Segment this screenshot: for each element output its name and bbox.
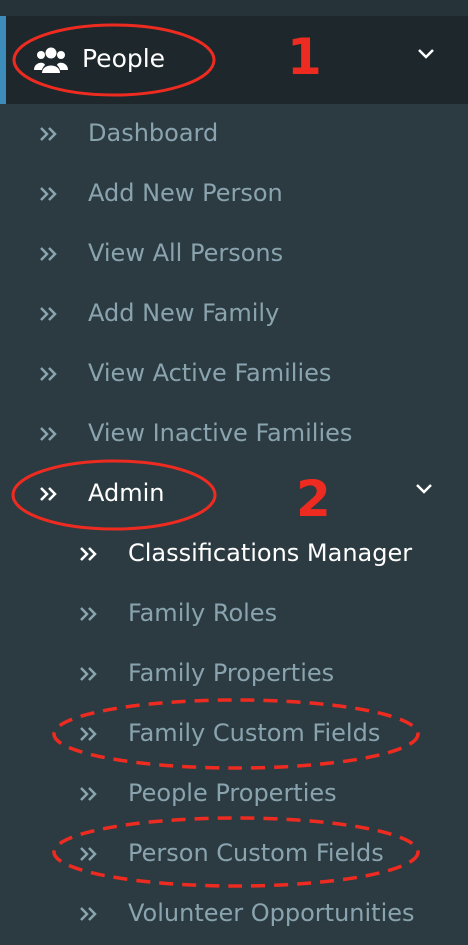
menu-item-label: Dashboard [88, 119, 219, 147]
menu-item-label: Add New Family [88, 299, 280, 327]
double-chevron-right-icon [80, 727, 97, 741]
active-accent-bar [0, 16, 6, 104]
menu-item-label: View Active Families [88, 359, 332, 387]
submenu-item-family-properties[interactable]: Family Properties [0, 645, 468, 705]
menu-item-label: View Inactive Families [88, 419, 353, 447]
submenu-item-label: Family Custom Fields [128, 719, 381, 747]
double-chevron-right-icon [40, 247, 57, 261]
menu-item-view-all-persons[interactable]: View All Persons [0, 225, 468, 285]
menu-item-add-new-person[interactable]: Add New Person [0, 165, 468, 225]
top-strip [0, 0, 468, 16]
submenu-item-label: Family Roles [128, 599, 278, 627]
double-chevron-right-icon [80, 847, 97, 861]
menu-header-label: People [82, 44, 166, 73]
submenu-item-family-roles[interactable]: Family Roles [0, 585, 468, 645]
double-chevron-right-icon [40, 367, 57, 381]
chevron-down-icon[interactable] [415, 483, 433, 495]
menu-header-people[interactable]: People [0, 16, 468, 104]
submenu-item-label: Family Properties [128, 659, 335, 687]
double-chevron-right-icon [40, 487, 57, 501]
menu-item-add-new-family[interactable]: Add New Family [0, 285, 468, 345]
menu-item-admin[interactable]: Admin [0, 465, 468, 525]
annotation-step-1: 1 [287, 28, 322, 86]
menu-item-label: View All Persons [88, 239, 284, 267]
annotation-step-2: 2 [296, 470, 331, 528]
double-chevron-right-icon [80, 787, 97, 801]
double-chevron-right-icon [40, 307, 57, 321]
double-chevron-right-icon [40, 427, 57, 441]
submenu-item-label: Person Custom Fields [128, 839, 384, 867]
menu-item-label: Admin [88, 479, 165, 507]
submenu-item-people-properties[interactable]: People Properties [0, 765, 468, 825]
users-icon [34, 47, 68, 73]
menu-item-dashboard[interactable]: Dashboard [0, 105, 468, 165]
menu-item-view-inactive-families[interactable]: View Inactive Families [0, 405, 468, 465]
submenu-item-label: Classifications Manager [128, 539, 413, 567]
double-chevron-right-icon [80, 907, 97, 921]
submenu-item-label: People Properties [128, 779, 337, 807]
menu-item-view-active-families[interactable]: View Active Families [0, 345, 468, 405]
double-chevron-right-icon [40, 127, 57, 141]
submenu-item-label: Volunteer Opportunities [128, 899, 415, 927]
menu-item-label: Add New Person [88, 179, 283, 207]
submenu-item-family-custom-fields[interactable]: Family Custom Fields [0, 705, 468, 765]
submenu-item-classifications-manager[interactable]: Classifications Manager [0, 525, 468, 585]
double-chevron-right-icon [80, 667, 97, 681]
submenu-item-volunteer-opportunities[interactable]: Volunteer Opportunities [0, 885, 468, 945]
double-chevron-right-icon [80, 547, 97, 561]
chevron-down-icon[interactable] [417, 48, 435, 60]
double-chevron-right-icon [40, 187, 57, 201]
double-chevron-right-icon [80, 607, 97, 621]
submenu-item-person-custom-fields[interactable]: Person Custom Fields [0, 825, 468, 885]
